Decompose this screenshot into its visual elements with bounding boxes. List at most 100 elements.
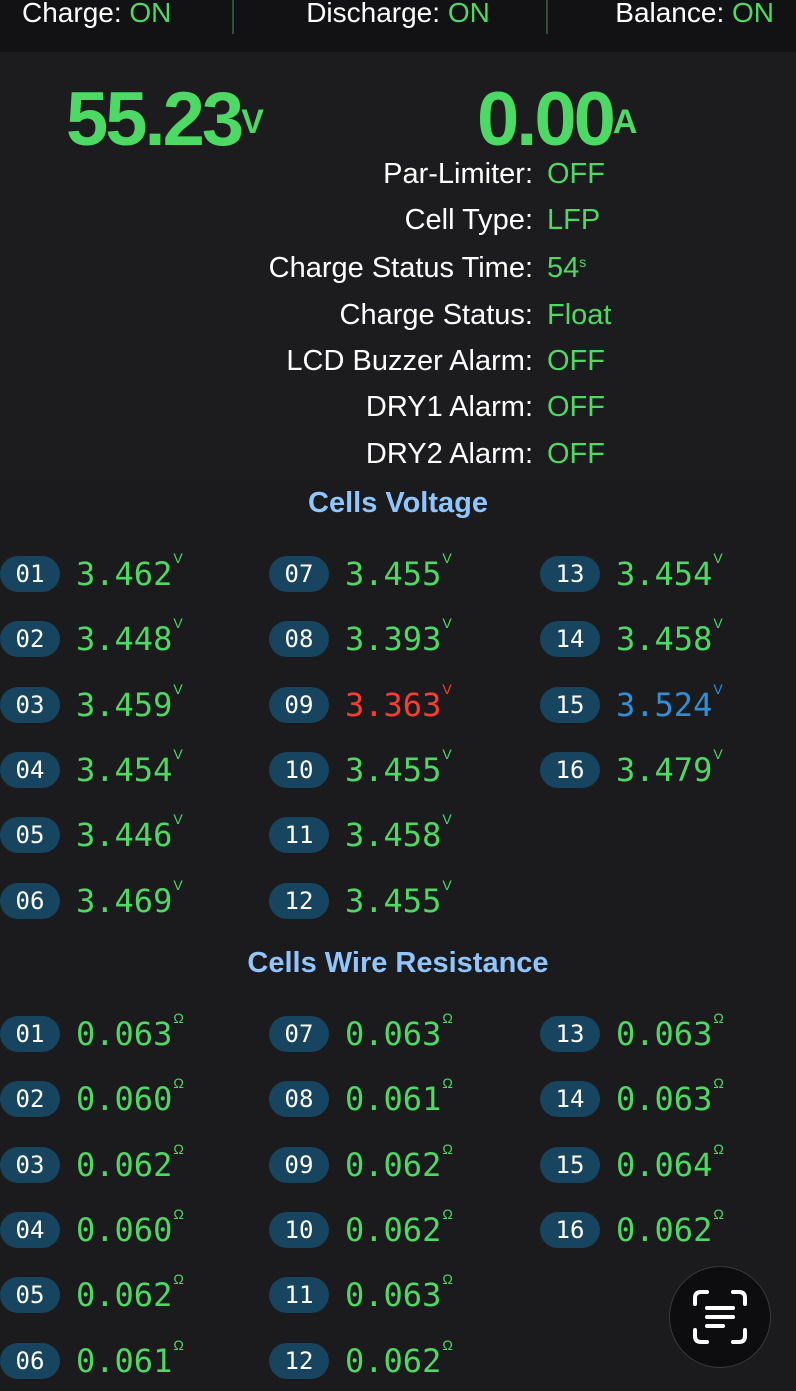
cell-item: 01 3.462V <box>0 550 183 597</box>
discharge-value: ON <box>447 0 490 28</box>
cell-value-number: 3.524 <box>616 686 713 724</box>
cell-value-number: 3.454 <box>76 751 173 789</box>
cell-value-number: 0.061 <box>76 1342 173 1380</box>
cell-value-unit: V <box>442 615 452 631</box>
cells-voltage-title: Cells Voltage <box>308 487 488 519</box>
status-row-charge-status: Charge Status: Float <box>0 292 796 338</box>
cell-value: 0.062Ω <box>345 1141 453 1184</box>
cell-value-number: 0.063 <box>616 1015 713 1053</box>
cell-item: 06 0.061Ω <box>0 1337 184 1384</box>
cell-number-badge: 08 <box>269 621 329 657</box>
cell-value-number: 3.455 <box>345 751 442 789</box>
cell-item: 14 3.458V <box>540 615 723 662</box>
cell-value-number: 0.064 <box>616 1146 713 1184</box>
cell-value: 0.063Ω <box>616 1075 724 1118</box>
status-value: OFF <box>547 345 605 377</box>
cell-value: 3.446V <box>76 811 183 854</box>
cell-value-unit: V <box>442 681 452 697</box>
cell-value: 3.454V <box>616 550 723 593</box>
cell-value-number: 0.063 <box>345 1276 442 1314</box>
cell-value: 0.062Ω <box>76 1271 184 1314</box>
status-value: OFF <box>547 438 605 470</box>
cell-value-unit: V <box>173 877 183 893</box>
cell-value: 3.458V <box>616 615 723 658</box>
cell-value-number: 0.062 <box>345 1146 442 1184</box>
balance-value: ON <box>732 0 775 28</box>
cell-value: 0.063Ω <box>345 1010 453 1053</box>
cell-item: 04 3.454V <box>0 746 183 793</box>
cell-value: 0.060Ω <box>76 1206 184 1249</box>
cell-value-unit: Ω <box>173 1010 184 1026</box>
cell-value-unit: V <box>173 681 183 697</box>
cell-number-badge: 07 <box>269 556 329 592</box>
cell-item: 15 3.524V <box>540 681 723 728</box>
cell-value: 0.063Ω <box>616 1010 724 1053</box>
cell-value-unit: Ω <box>442 1010 453 1026</box>
cell-item: 13 3.454V <box>540 550 723 597</box>
cell-value-number: 0.063 <box>616 1080 713 1118</box>
cell-value: 0.061Ω <box>345 1075 453 1118</box>
cell-number-badge: 01 <box>0 556 60 592</box>
cell-item: 05 3.446V <box>0 811 183 858</box>
cell-value: 0.063Ω <box>76 1010 184 1053</box>
cell-value: 3.458V <box>345 811 452 854</box>
cell-number-badge: 06 <box>0 1343 60 1379</box>
cell-value-unit: V <box>442 746 452 762</box>
cell-number-badge: 15 <box>540 1147 600 1183</box>
cell-value-number: 3.454 <box>616 555 713 593</box>
cell-value: 0.062Ω <box>616 1206 724 1249</box>
cell-number-badge: 04 <box>0 1212 60 1248</box>
cell-item: 01 0.063Ω <box>0 1010 184 1057</box>
live-text-button[interactable] <box>669 1266 771 1368</box>
balance-status: Balance: ON <box>523 0 796 27</box>
cell-value-number: 3.458 <box>345 816 442 854</box>
cell-item: 13 0.063Ω <box>540 1010 724 1057</box>
cell-number-badge: 02 <box>0 1081 60 1117</box>
cell-item: 02 0.060Ω <box>0 1075 184 1122</box>
status-value: 54s <box>547 245 586 291</box>
cell-value-unit: Ω <box>442 1206 453 1222</box>
cell-item: 04 0.060Ω <box>0 1206 184 1253</box>
cell-value: 0.060Ω <box>76 1075 184 1118</box>
cell-item: 02 3.448V <box>0 615 183 662</box>
cell-item: 16 0.062Ω <box>540 1206 724 1253</box>
cell-value-number: 3.448 <box>76 620 173 658</box>
cell-value-number: 0.062 <box>616 1211 713 1249</box>
cell-value: 0.064Ω <box>616 1141 724 1184</box>
cell-value: 3.454V <box>76 746 183 789</box>
cell-value: 3.462V <box>76 550 183 593</box>
cell-number-badge: 14 <box>540 621 600 657</box>
cell-value: 3.393V <box>345 615 452 658</box>
cell-value-number: 0.062 <box>76 1146 173 1184</box>
cell-value-unit: Ω <box>442 1337 453 1353</box>
cell-value-number: 3.458 <box>616 620 713 658</box>
cell-value-number: 3.446 <box>76 816 173 854</box>
cell-number-badge: 09 <box>269 1147 329 1183</box>
cells-resistance-title: Cells Wire Resistance <box>247 947 549 979</box>
cell-value: 3.455V <box>345 550 452 593</box>
cell-number-badge: 10 <box>269 752 329 788</box>
cell-item: 08 3.393V <box>269 615 452 662</box>
status-label: LCD Buzzer Alarm: <box>286 345 533 377</box>
cell-value-unit: V <box>713 746 723 762</box>
status-row-dry2-alarm: DRY2 Alarm: OFF <box>0 431 796 477</box>
balance-label: Balance: <box>615 0 733 28</box>
cell-value-unit: Ω <box>713 1206 724 1222</box>
cell-item: 09 0.062Ω <box>269 1141 453 1188</box>
cell-item: 11 0.063Ω <box>269 1271 453 1318</box>
charge-time-value: 54 <box>547 252 580 284</box>
status-label: Cell Type: <box>404 204 533 236</box>
cell-item: 16 3.479V <box>540 746 723 793</box>
cell-item: 14 0.063Ω <box>540 1075 724 1122</box>
cell-value: 3.455V <box>345 877 452 920</box>
divider <box>232 0 234 34</box>
cell-number-badge: 10 <box>269 1212 329 1248</box>
cell-number-badge: 14 <box>540 1081 600 1117</box>
cell-value-number: 3.469 <box>76 882 173 920</box>
charge-value: ON <box>129 0 172 28</box>
cell-value: 0.062Ω <box>76 1141 184 1184</box>
cell-value-unit: V <box>713 550 723 566</box>
pack-voltage-value: 55.23 <box>66 77 244 162</box>
cell-value-number: 0.060 <box>76 1080 173 1118</box>
pack-voltage-unit: V <box>241 103 264 141</box>
